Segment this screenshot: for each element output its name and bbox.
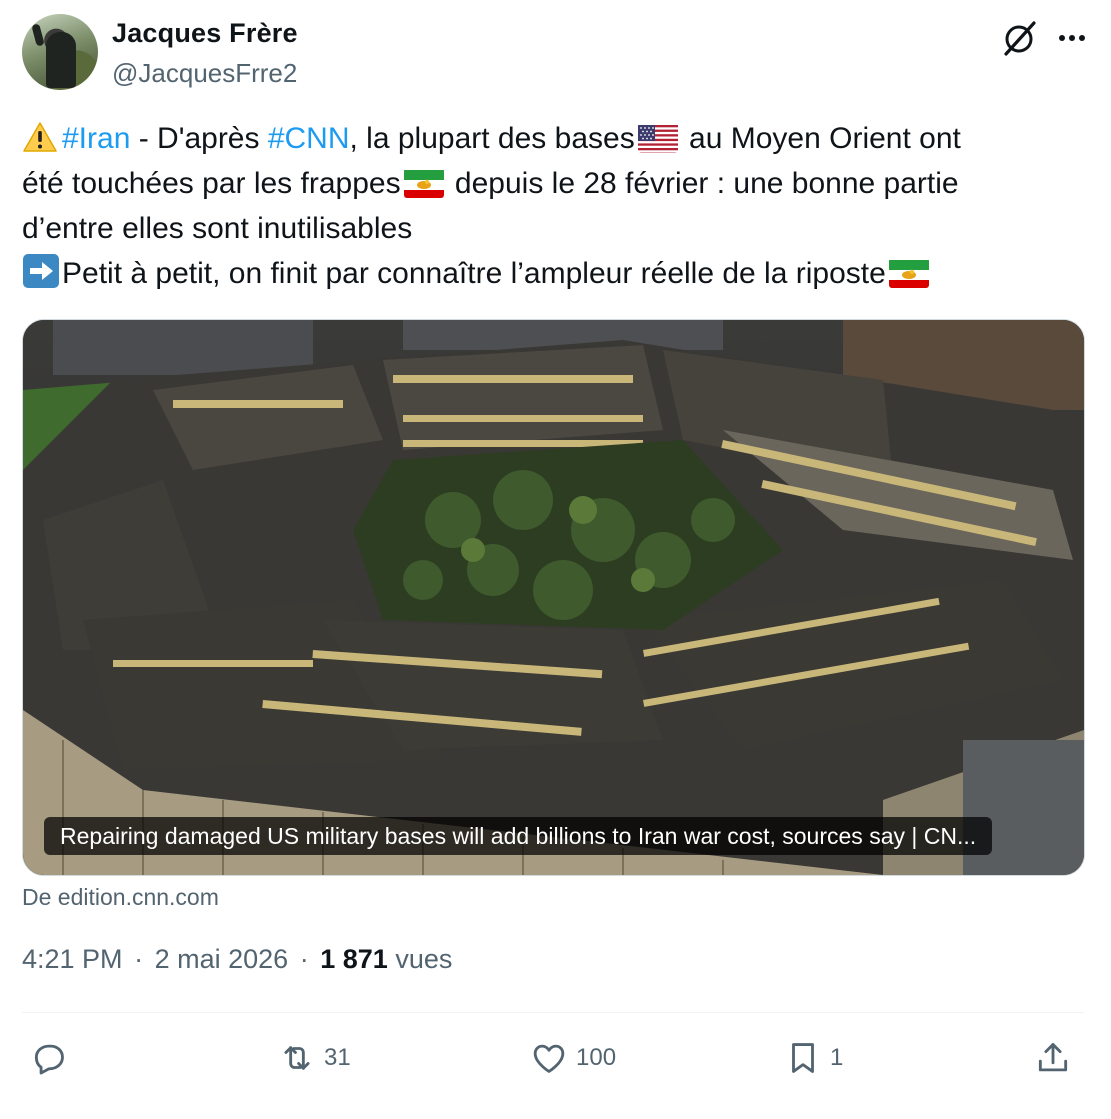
like-button[interactable]: 100 bbox=[530, 1030, 616, 1086]
iran-lion-sun-flag-icon bbox=[888, 258, 929, 288]
avatar-hand bbox=[31, 23, 45, 47]
tweet-date[interactable]: 2 mai 2026 bbox=[155, 944, 289, 974]
tweet-text-segment: au Moyen Orient ont bbox=[680, 122, 961, 155]
separator: · bbox=[134, 944, 144, 974]
retweet-count: 31 bbox=[324, 1044, 351, 1071]
grok-icon[interactable] bbox=[1000, 18, 1040, 58]
share-button[interactable] bbox=[1034, 1030, 1080, 1086]
warning-icon bbox=[22, 121, 58, 153]
tweet-header: Jacques Frère @JacquesFrre2 bbox=[22, 14, 1090, 94]
retweet-button[interactable]: 31 bbox=[278, 1030, 351, 1086]
bookmark-button[interactable]: 1 bbox=[784, 1030, 843, 1086]
bookmark-icon bbox=[792, 1043, 814, 1073]
reply-icon bbox=[34, 1044, 64, 1075]
views-label: vues bbox=[395, 944, 453, 974]
tweet-text-segment: depuis le 28 février : une bonne partie bbox=[446, 167, 959, 200]
retweet-icon bbox=[284, 1046, 310, 1070]
like-count: 100 bbox=[576, 1044, 617, 1071]
action-bar: 31 100 1 bbox=[22, 1030, 1084, 1090]
iran-lion-sun-flag-icon bbox=[403, 168, 444, 198]
heart-icon bbox=[533, 1044, 565, 1073]
right-arrow-icon bbox=[22, 253, 60, 289]
tweet-text: #Iran - D'après #CNN, la plupart des bas… bbox=[22, 116, 1088, 296]
tweet-line-2: été touchées par les frappes depuis le 2… bbox=[22, 161, 1088, 206]
separator: · bbox=[299, 944, 309, 974]
tweet-meta: 4:21 PM · 2 mai 2026 · 1 871 vues bbox=[22, 944, 452, 975]
tweet-time[interactable]: 4:21 PM bbox=[22, 944, 123, 974]
author-name[interactable]: Jacques Frère bbox=[112, 18, 298, 49]
tweet-line-4: Petit à petit, on finit par connaître l’… bbox=[22, 251, 1088, 296]
avatar-figure bbox=[46, 32, 76, 88]
tweet-text-segment: , la plupart des bases bbox=[349, 122, 635, 155]
reply-button[interactable] bbox=[30, 1030, 76, 1086]
divider bbox=[22, 1012, 1084, 1013]
tweet-text-segment: - D'après bbox=[130, 122, 268, 155]
link-card[interactable]: Repairing damaged US military bases will… bbox=[22, 319, 1085, 876]
tweet-text-segment: été touchées par les frappes bbox=[22, 167, 401, 200]
hashtag-cnn[interactable]: #CNN bbox=[268, 122, 350, 155]
link-source[interactable]: De edition.cnn.com bbox=[22, 884, 219, 911]
tweet-text-segment: Petit à petit, on finit par connaître l’… bbox=[62, 257, 886, 290]
bookmark-count: 1 bbox=[830, 1044, 844, 1071]
tweet-line-1: #Iran - D'après #CNN, la plupart des bas… bbox=[22, 116, 1088, 161]
author-handle[interactable]: @JacquesFrre2 bbox=[112, 58, 297, 89]
more-options-icon[interactable] bbox=[1052, 18, 1092, 58]
tweet-line-3: d’entre elles sont inutilisables bbox=[22, 212, 413, 245]
share-icon bbox=[1038, 1043, 1068, 1072]
pentagon-aerial-photo bbox=[23, 320, 1084, 875]
us-flag-icon bbox=[637, 123, 678, 153]
views-count: 1 871 bbox=[320, 944, 388, 974]
avatar[interactable] bbox=[22, 14, 98, 90]
hashtag-iran[interactable]: #Iran bbox=[62, 122, 130, 155]
link-card-caption: Repairing damaged US military bases will… bbox=[44, 817, 993, 855]
